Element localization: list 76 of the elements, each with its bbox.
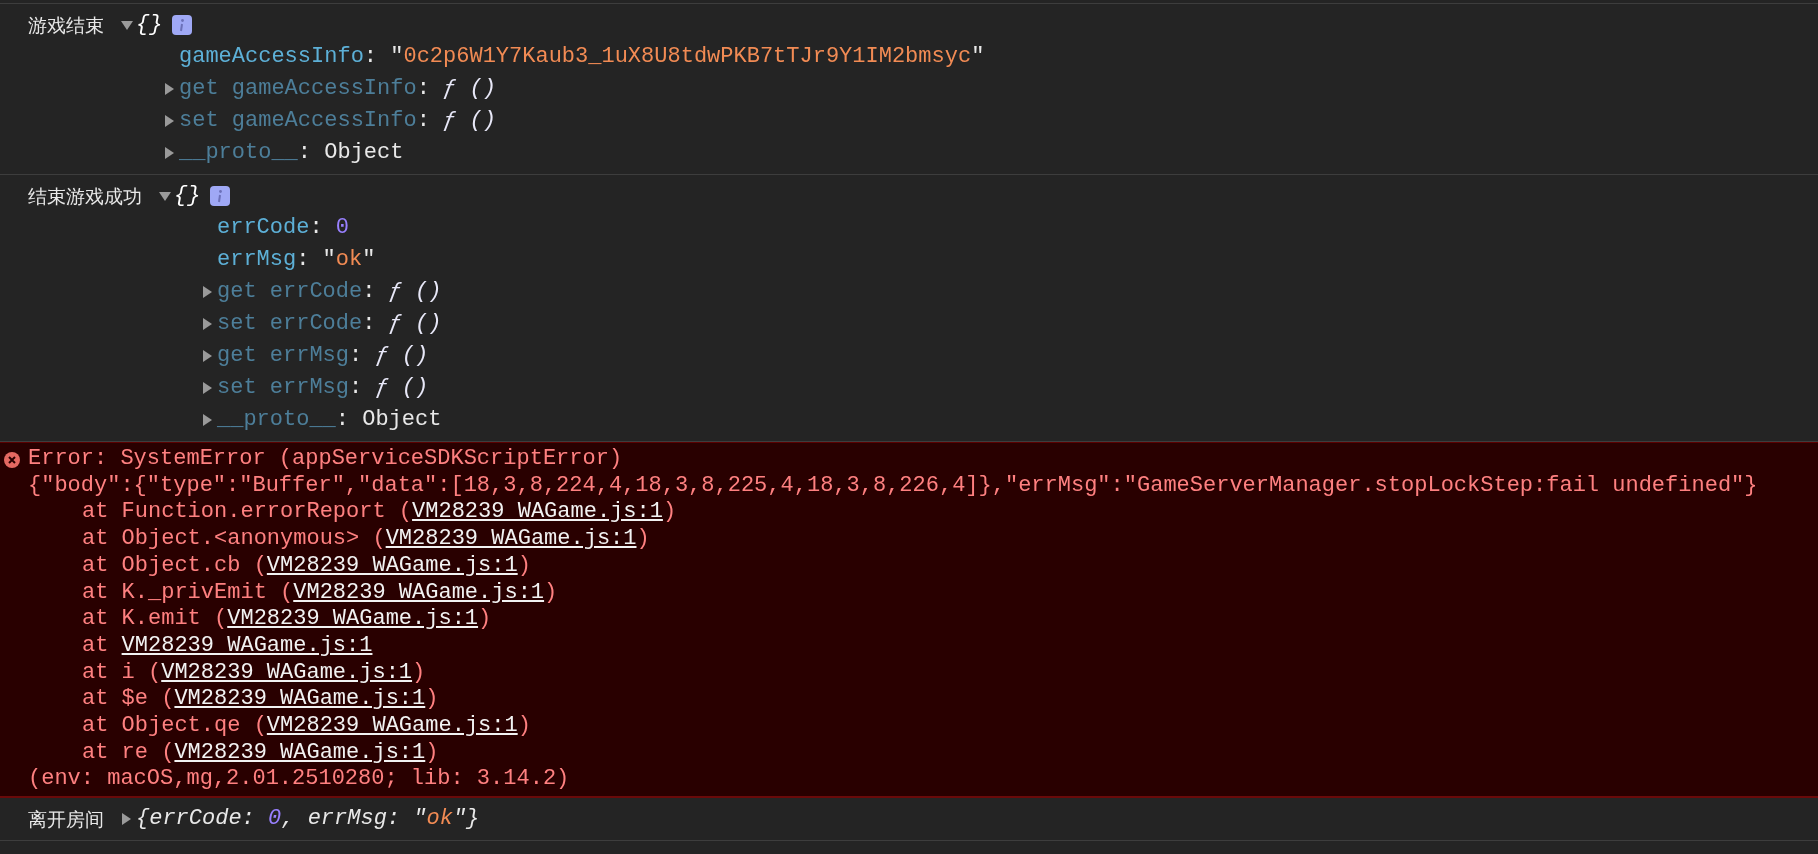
property-value: ƒ () [388, 310, 442, 338]
property-key: errCode [217, 212, 310, 244]
colon: : [296, 246, 310, 274]
source-link[interactable]: VM28239 WAGame.js:1 [412, 499, 663, 525]
stack-text: ) [478, 606, 492, 632]
property-key: get gameAccessInfo [179, 73, 417, 105]
property-key: set errMsg [217, 372, 350, 404]
info-icon [172, 15, 193, 35]
stack-text: at Object.cb ( [82, 552, 267, 578]
property-key: set gameAccessInfo [179, 105, 417, 137]
property-value: ƒ () [375, 342, 429, 370]
source-link[interactable]: VM28239 WAGame.js:1 [121, 632, 373, 658]
property-key: errMsg [217, 244, 297, 276]
colon: : [362, 310, 376, 338]
property-key: __proto__ [179, 137, 298, 169]
source-link[interactable]: VM28239 WAGame.js:1 [385, 526, 637, 552]
stack-text: at K.emit ( [82, 606, 228, 632]
colon: : [362, 278, 376, 306]
stack-text: ) [517, 713, 531, 739]
stack-text: at Object.qe ( [82, 713, 267, 739]
property-value: "0c2p6W1Y7Kaub3_1uX8U8tdwPKB7tTJr9Y1IM2bmsyc" [390, 43, 985, 71]
stack-text: ) [425, 686, 439, 712]
colon: : [349, 374, 363, 402]
source-link[interactable]: VM28239 WAGame.js:1 [293, 579, 545, 605]
property-value: 0 [335, 214, 349, 242]
object-summary: {} [174, 182, 201, 210]
stack-text: ) [517, 552, 531, 578]
stack-text: at $e ( [82, 686, 175, 712]
stack-text: at K._privEmit ( [82, 579, 294, 605]
property-key: gameAccessInfo [179, 41, 364, 73]
stack-text: ) [662, 499, 677, 525]
error-text: (env: macOS,mg,2.01.2510280; lib: 3.14.2) [28, 766, 571, 794]
property-value: ƒ () [443, 107, 496, 135]
object-preview: {errCode: 0, errMsg: "ok"} [136, 805, 480, 834]
object-summary: {} [136, 11, 163, 39]
property-key: __proto__ [217, 404, 336, 436]
property-key: get errMsg [217, 340, 350, 372]
stack-text: at [82, 632, 110, 658]
property-value: "ok" [322, 246, 376, 274]
error-icon [4, 452, 20, 468]
collapse-toggle-icon[interactable] [156, 189, 174, 203]
property-key: get errCode [217, 276, 363, 308]
colon: : [416, 107, 430, 135]
property-value: ƒ () [443, 75, 496, 103]
colon: : [309, 214, 323, 242]
colon: : [363, 43, 378, 71]
stack-text: ) [636, 526, 650, 552]
log-label: 游戏结束 [28, 13, 104, 38]
collapse-toggle-icon[interactable] [118, 18, 136, 32]
colon: : [297, 139, 312, 167]
stack-text: ) [544, 579, 558, 605]
source-link[interactable]: VM28239 WAGame.js:1 [266, 552, 518, 578]
source-link[interactable]: VM28239 WAGame.js:1 [266, 713, 518, 739]
stack-text: at re ( [82, 739, 175, 765]
property-key: set errCode [217, 308, 363, 340]
source-link[interactable]: VM28239 WAGame.js:1 [174, 686, 426, 712]
source-link[interactable]: VM28239 WAGame.js:1 [227, 606, 479, 632]
property-value: ƒ () [375, 374, 429, 402]
stack-text: ) [412, 659, 426, 685]
info-icon [210, 186, 231, 206]
colon: : [349, 342, 363, 370]
colon: : [335, 406, 350, 434]
stack-text: at i ( [82, 659, 162, 685]
colon: : [416, 75, 430, 103]
source-link[interactable]: VM28239 WAGame.js:1 [161, 659, 413, 685]
source-link[interactable]: VM28239 WAGame.js:1 [174, 739, 426, 765]
error-text: {"body":{"type":"Buffer","data":[18,3,8,224,4,18,3,8,225,4,18,3,8,226,4]},"errMsg":"GameServerManager.stopLockStep:fail undefined"} [28, 472, 1759, 500]
log-label: 离开房间 [28, 807, 104, 833]
property-value: Object [362, 406, 442, 434]
stack-text: at Object.<anonymous> ( [82, 526, 386, 552]
stack-text: at Function.errorReport ( [82, 499, 413, 525]
stack-text: ) [425, 739, 439, 765]
property-value: ƒ () [388, 278, 442, 306]
log-label: 结束游戏成功 [28, 184, 142, 209]
error-text: Error: SystemError (appServiceSDKScriptError) [28, 446, 624, 473]
property-value: Object [324, 139, 404, 167]
